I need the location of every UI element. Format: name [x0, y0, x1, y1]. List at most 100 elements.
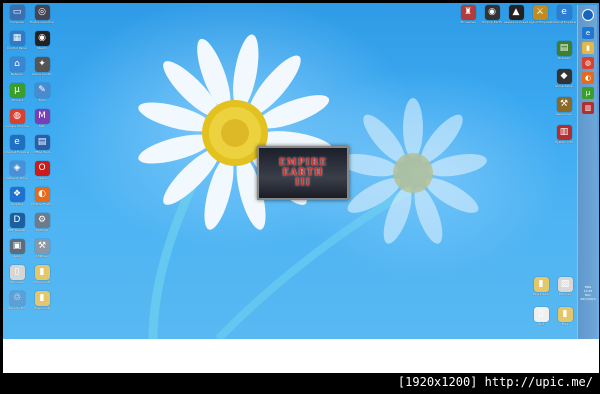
desktop-icon[interactable]: ▤ Notepad	[551, 41, 577, 69]
tools-icon: ✎	[34, 83, 50, 98]
control-panel-icon: ▦	[9, 31, 25, 46]
desktop-icon[interactable]: ▮ Downloads	[29, 291, 55, 319]
desktop-icon[interactable]: ▯ Text	[528, 307, 554, 335]
desktop-icon[interactable]: ♜ 3D Games	[455, 5, 481, 33]
desktop-icon[interactable]: ⚙ Settings	[29, 213, 55, 241]
desktop-icon[interactable]: ⚔ Age of Empires	[527, 5, 553, 33]
image-caption: [1920x1200] http://upic.me/	[397, 375, 593, 389]
opera-icon: O	[34, 161, 50, 176]
file-icon: ▯	[533, 307, 549, 322]
desktop-icon-label: Settings	[35, 229, 49, 232]
desktop-icon[interactable]: ◉ Steam	[29, 31, 55, 59]
desktop-icon-label: Internet Explorer	[4, 151, 30, 154]
taskbar-firefox-icon[interactable]: ◐	[582, 72, 594, 84]
desktop-icon-label: PDF Reader	[8, 229, 26, 232]
desktop-icon[interactable]: ▦ Control Panel	[4, 31, 30, 59]
image-icon: ▨	[557, 277, 573, 292]
taskbar-app-icon[interactable]: ▥	[582, 102, 594, 114]
desktop-icon-label: Network	[10, 73, 24, 76]
desktop-icon-label: Recycle Bin	[8, 307, 26, 310]
drive-icon: ◈	[9, 161, 25, 176]
app-icon: ▥	[556, 125, 572, 140]
desktop-icon[interactable]: ▭ Computer	[4, 5, 30, 33]
desktop-icon[interactable]: ▨ Pictures	[552, 277, 578, 305]
desktop-icon-label: Resources	[556, 113, 572, 116]
mail-icon: M	[34, 109, 50, 124]
desktop-icon-label: System Info	[555, 141, 573, 144]
desktop-icon[interactable]: ▥ System Info	[551, 125, 577, 153]
desktop-icon-label: New Folder	[532, 293, 550, 296]
desktop-icon-label: Game Setup	[554, 85, 574, 88]
desktop-icon[interactable]: ▣ Apps	[4, 239, 30, 267]
taskbar-chrome-icon[interactable]: ◍	[582, 57, 594, 69]
desktop-icon-label: Apps	[13, 255, 21, 258]
folder-icon: ▮	[34, 291, 50, 306]
taskbar-utorrent-icon[interactable]: µ	[582, 87, 594, 99]
desktop-icon[interactable]: e Internet Explorer	[551, 5, 577, 33]
folder-icon: ▮	[533, 277, 549, 292]
desktop-icon[interactable]: e Internet Explorer	[4, 135, 30, 163]
desktop-icon[interactable]: ❖ Dropbox	[4, 187, 30, 215]
desktop-icon[interactable]: ▮ Files	[552, 307, 578, 335]
desktop-icon[interactable]: ◉ Empire Earth	[479, 5, 505, 33]
desktop-icon-label: Text	[537, 323, 545, 326]
desktop-icon[interactable]: ◈ Network Drive	[4, 161, 30, 189]
desktop-icon[interactable]: ✎ Tools	[29, 83, 55, 111]
desktop-icon-label: Notepad	[557, 57, 571, 60]
desktop-icon[interactable]: D PDF Reader	[4, 213, 30, 241]
desktop-icon-label: Pictures	[559, 293, 571, 296]
desktop-icon[interactable]: ◎ Firefox Launcher	[29, 5, 55, 33]
desktop-icon[interactable]: ◍ Google Chrome	[4, 109, 30, 137]
desktop-icon-label: Internet Explorer	[551, 21, 577, 24]
desktop-icon[interactable]: ✦ Game Center	[29, 57, 55, 85]
desktop-icon[interactable]: ⌂ Network	[4, 57, 30, 85]
game-icon: ♜	[460, 5, 476, 20]
empire-earth-3-logo[interactable]: EMPIRE EARTH III	[257, 146, 349, 200]
desktop-icon[interactable]: O Opera	[29, 161, 55, 189]
desktop-icon-label: Google Chrome	[5, 125, 29, 128]
desktop-icon-label: Office Tools	[33, 151, 51, 154]
start-button[interactable]	[582, 9, 594, 21]
desktop-icon[interactable]: M Mail	[29, 109, 55, 137]
daisy-front	[138, 34, 334, 230]
desktop-icon[interactable]: ⚒ Resources	[551, 97, 577, 125]
browser-icon: e	[9, 135, 25, 150]
desktop-icon-label: Steam	[37, 47, 47, 50]
dropbox-icon: ❖	[9, 187, 25, 202]
desktop[interactable]: ▭ Computer ◎ Firefox Launcher ▦ Control Panel…	[3, 3, 599, 339]
desktop-icon[interactable]: ⚒ Utilities	[29, 239, 55, 267]
taskbar[interactable]: e ▮ ◍ ◐ µ ▥ ENG 13:25 Mon 29/7/2013	[577, 5, 597, 339]
desktop-icon[interactable]: ▲ Assassins Creed	[503, 5, 529, 33]
desktop-icon-label: Downloads	[33, 307, 51, 310]
recycle-bin-icon: ♲	[9, 291, 25, 306]
computer-icon: ▭	[9, 5, 25, 20]
desktop-icon-label: Files	[561, 323, 569, 326]
logo-line1: EMPIRE	[278, 158, 328, 168]
game-icon: ◉	[484, 5, 500, 20]
desktop-icon[interactable]: ▮ Documents	[29, 265, 55, 293]
system-tray[interactable]: ENG 13:25 Mon 29/7/2013	[578, 285, 598, 301]
desktop-icon[interactable]: ◐ Mozilla Firefox	[29, 187, 55, 215]
firefox-icon: ◐	[34, 187, 50, 202]
folder-icon: ▮	[557, 307, 573, 322]
desktop-icon[interactable]: µ uTorrent	[4, 83, 30, 111]
desktop-icon[interactable]: ▯ Windows	[4, 265, 30, 293]
desktop-icon-label: Windows	[10, 281, 24, 284]
desktop-icon[interactable]: ◆ Game Setup	[551, 69, 577, 97]
desktop-icon-label: Mail	[38, 125, 46, 128]
screenshot-frame: ▭ Computer ◎ Firefox Launcher ▦ Control Panel…	[0, 0, 600, 394]
taskbar-explorer-icon[interactable]: ▮	[582, 42, 594, 54]
desktop-icon[interactable]: ▤ Office Tools	[29, 135, 55, 163]
browser-icon: e	[556, 5, 572, 20]
chrome-icon: ◍	[9, 109, 25, 124]
logo-numeral: III	[295, 178, 311, 188]
desktop-icon-label: Game Center	[32, 73, 52, 76]
game-icon: ◆	[556, 69, 572, 84]
desktop-icon[interactable]: ♲ Recycle Bin	[4, 291, 30, 319]
app-icon: ▤	[556, 41, 572, 56]
taskbar-ie-icon[interactable]: e	[582, 27, 594, 39]
logo-line2: EARTH	[282, 168, 324, 178]
utilities-icon: ⚒	[34, 239, 50, 254]
desktop-icon-label: Dropbox	[10, 203, 24, 206]
desktop-icon[interactable]: ▮ New Folder	[528, 277, 554, 305]
